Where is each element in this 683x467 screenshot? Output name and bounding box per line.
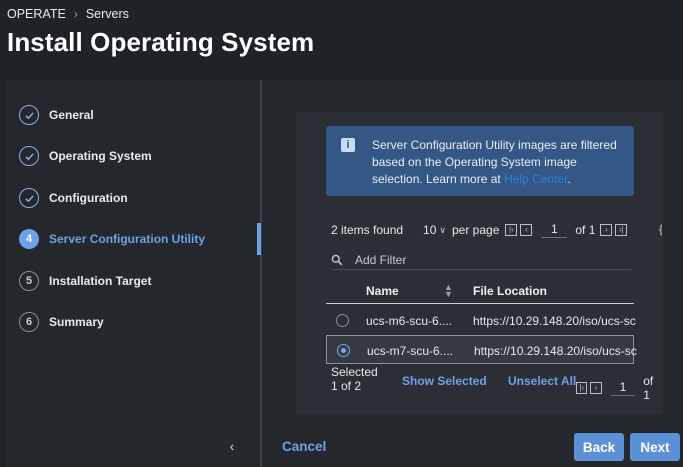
- per-page-label: per page: [452, 223, 500, 237]
- prev-page-icon[interactable]: ‹: [520, 224, 533, 236]
- column-name[interactable]: Name: [366, 284, 399, 298]
- content-card: i Server Configuration Utility images ar…: [296, 112, 662, 414]
- items-found: 2 items found: [331, 223, 404, 237]
- help-center-link[interactable]: Help Center: [504, 172, 567, 186]
- search-icon: [331, 254, 343, 265]
- step-installation-target[interactable]: 5 Installation Target: [19, 270, 151, 292]
- step-label: Configuration: [49, 191, 128, 205]
- step-label: General: [49, 108, 94, 122]
- first-page-icon[interactable]: |‹: [576, 382, 588, 394]
- row-radio[interactable]: [336, 314, 349, 327]
- unselect-all-button[interactable]: Unselect All: [508, 374, 576, 388]
- table-row[interactable]: ucs-m6-scu-6.... https://10.29.148.20/is…: [326, 306, 636, 335]
- step-server-configuration-utility[interactable]: 4 Server Configuration Utility: [19, 228, 205, 250]
- step-configuration[interactable]: Configuration: [19, 187, 128, 209]
- row-name: ucs-m6-scu-6....: [366, 314, 453, 328]
- step-label: Summary: [49, 315, 104, 329]
- page-input[interactable]: 1: [610, 380, 636, 396]
- per-page-select[interactable]: 10 ∨: [423, 223, 446, 237]
- per-page-value: 10: [423, 223, 437, 237]
- row-location: https://10.29.148.20/iso/ucs-sc: [473, 314, 636, 328]
- info-icon: i: [341, 138, 355, 152]
- breadcrumb-page[interactable]: Servers: [86, 7, 129, 21]
- selection-summary: Selected 1 of 2: [331, 365, 378, 393]
- filter-input[interactable]: Add Filter: [331, 250, 631, 270]
- step-operating-system[interactable]: Operating System: [19, 145, 152, 167]
- show-selected-button[interactable]: Show Selected: [402, 374, 487, 388]
- row-radio[interactable]: [337, 344, 350, 357]
- step-number: 5: [19, 271, 39, 291]
- info-message: Server Configuration Utility images are …: [372, 138, 617, 186]
- pagination-bar: 2 items found 10 ∨ per page |‹ ‹ 1 of 1 …: [331, 220, 630, 240]
- footer-pagination: |‹ ‹ 1 of 1: [576, 374, 662, 402]
- chevron-down-icon: ∨: [439, 224, 446, 235]
- sort-icon[interactable]: ▲ ▼: [444, 283, 453, 299]
- step-label: Operating System: [49, 149, 152, 163]
- back-button[interactable]: Back: [574, 433, 624, 461]
- check-icon: [19, 105, 39, 125]
- step-label: Installation Target: [49, 274, 152, 288]
- breadcrumb: OPERATE › Servers: [7, 7, 129, 21]
- column-file-location[interactable]: File Location: [473, 284, 547, 298]
- step-number: 4: [19, 229, 39, 249]
- page-count: of 1: [575, 223, 596, 237]
- step-summary[interactable]: 6 Summary: [19, 311, 104, 333]
- chevron-right-icon: ›: [73, 7, 78, 21]
- table-row[interactable]: ucs-m7-scu-6.... https://10.29.148.20/is…: [326, 335, 637, 364]
- next-page-icon[interactable]: ›: [600, 224, 613, 236]
- step-number: 6: [19, 312, 39, 332]
- page-title: Install Operating System: [7, 27, 315, 57]
- info-message-end: .: [567, 172, 571, 186]
- chevron-left-icon[interactable]: ‹: [224, 438, 240, 454]
- info-banner: i Server Configuration Utility images ar…: [326, 126, 634, 196]
- check-icon: [19, 188, 39, 208]
- page-count: of 1: [643, 374, 654, 402]
- next-button[interactable]: Next: [630, 433, 680, 461]
- selected-count: 1 of 2: [331, 379, 362, 393]
- cancel-button[interactable]: Cancel: [282, 439, 326, 454]
- scu-table: Name ▲ ▼ File Location ucs-m6-scu-6.... h…: [326, 278, 637, 364]
- step-general[interactable]: General: [19, 104, 94, 126]
- row-name: ucs-m7-scu-6....: [367, 344, 454, 358]
- page-input[interactable]: 1: [541, 222, 568, 238]
- prev-page-icon[interactable]: ‹: [590, 382, 602, 394]
- info-text: Server Configuration Utility images are …: [372, 137, 627, 188]
- row-location: https://10.29.148.20/iso/ucs-sc: [474, 344, 637, 358]
- check-icon: [19, 146, 39, 166]
- filter-placeholder: Add Filter: [355, 252, 407, 267]
- selected-label: Selected: [331, 365, 378, 379]
- first-page-icon[interactable]: |‹: [505, 224, 518, 236]
- last-page-icon[interactable]: ›|: [615, 224, 628, 236]
- table-header: Name ▲ ▼ File Location: [326, 278, 634, 304]
- step-label: Server Configuration Utility: [49, 232, 206, 246]
- breadcrumb-section[interactable]: OPERATE: [7, 7, 66, 21]
- column-settings-icon[interactable]: {: [659, 222, 662, 236]
- active-step-indicator: [257, 223, 261, 255]
